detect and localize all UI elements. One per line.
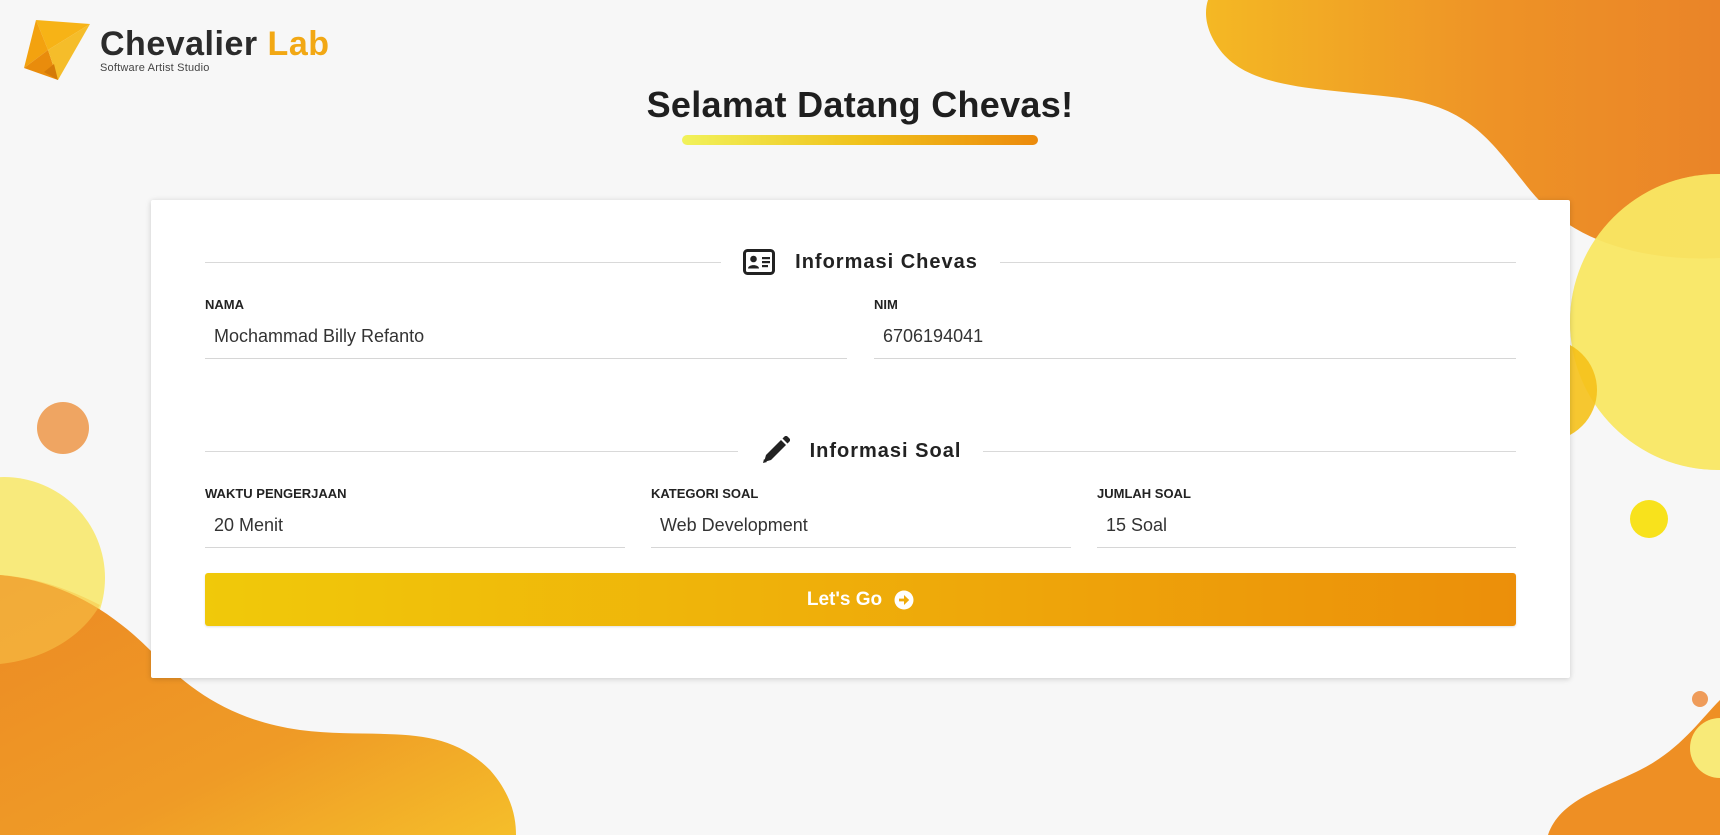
lets-go-label: Let's Go	[806, 588, 883, 610]
brand-logo[interactable]: Chevalier Lab Software Artist Studio	[24, 20, 330, 82]
label-waktu: WAKTU PENGERJAAN	[205, 486, 347, 501]
info-card: Informasi Chevas NAMA Mochammad Billy Re…	[151, 200, 1570, 678]
divider-line	[999, 261, 1517, 263]
jumlah-input[interactable]: 15 Soal	[1097, 515, 1516, 548]
id-card-icon	[743, 249, 776, 275]
page-heading: Selamat Datang Chevas!	[0, 84, 1720, 145]
label-jumlah: JUMLAH SOAL	[1097, 486, 1191, 501]
nama-input[interactable]: Mochammad Billy Refanto	[205, 326, 847, 359]
lets-go-button[interactable]: Let's Go	[205, 573, 1516, 626]
brand-name: Chevalier Lab	[100, 26, 330, 62]
title-underline	[682, 135, 1038, 145]
section-header-chevas: Informasi Chevas	[205, 247, 1517, 277]
section-title-chevas: Informasi Chevas	[795, 250, 978, 273]
brand-name-part1: Chevalier	[100, 25, 258, 63]
pencil-icon	[762, 436, 790, 463]
label-nim: NIM	[874, 297, 898, 312]
field-waktu: WAKTU PENGERJAAN 20 Menit	[205, 486, 625, 548]
section-header-soal: Informasi Soal	[205, 436, 1516, 466]
label-nama: NAMA	[205, 297, 244, 312]
divider-line	[983, 450, 1516, 452]
section-title-soal: Informasi Soal	[809, 439, 962, 462]
divider-line	[205, 261, 722, 263]
label-kategori: KATEGORI SOAL	[651, 486, 759, 501]
waktu-input[interactable]: 20 Menit	[205, 515, 625, 548]
kategori-input[interactable]: Web Development	[651, 515, 1071, 548]
arrow-circle-right-icon	[894, 590, 914, 610]
divider-line	[205, 450, 738, 452]
nim-input[interactable]: 6706194041	[874, 326, 1516, 359]
paper-plane-logo-icon	[24, 20, 90, 80]
field-nim: NIM 6706194041	[874, 297, 1516, 359]
brand-name-part2: Lab	[267, 25, 330, 63]
brand-tagline: Software Artist Studio	[100, 62, 210, 74]
field-kategori: KATEGORI SOAL Web Development	[651, 486, 1071, 548]
page-title: Selamat Datang Chevas!	[646, 84, 1074, 125]
field-nama: NAMA Mochammad Billy Refanto	[205, 297, 847, 359]
field-jumlah: JUMLAH SOAL 15 Soal	[1097, 486, 1516, 548]
